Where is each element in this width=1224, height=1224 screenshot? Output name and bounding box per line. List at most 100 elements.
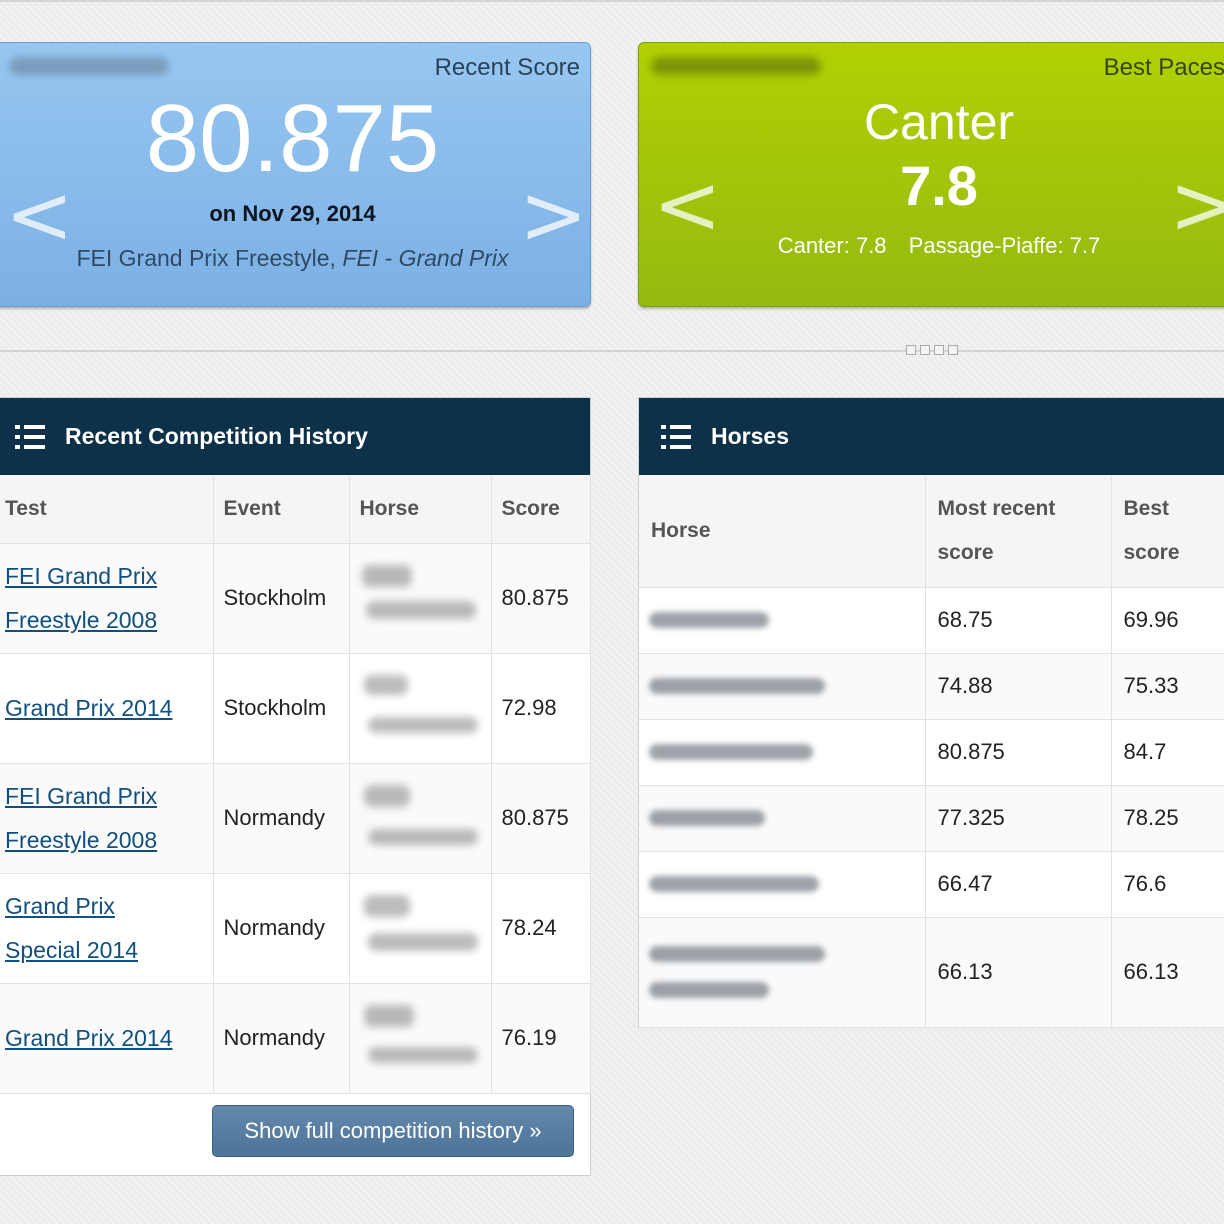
horse-name-redacted [649,809,765,826]
test-link[interactable]: FEI Grand Prix Freestyle 2008 [5,783,157,853]
event-cell: Normandy [213,983,350,1094]
table-row: 77.325 78.25 [639,785,1224,852]
table-header-row: Horse Most recent score Best score [639,475,1224,588]
best-paces-card: Best Paces < > Canter 7.8 Canter: 7.8 Pa… [638,42,1224,307]
test-link[interactable]: FEI Grand Prix Freestyle 2008 [5,563,157,633]
score-cell: 72.98 [491,653,591,764]
recent-score-test-level: FEI - Grand Prix [342,245,509,271]
horse-name-cell[interactable] [639,917,926,1028]
horses-panel: Horses Horse Most recent score Best score … [638,397,1224,1028]
column-header-horse[interactable]: Horse [349,475,492,544]
column-header-most-recent-score[interactable]: Most recent score [925,475,1112,588]
pager-dot[interactable] [948,345,958,355]
horse-thumbnail-redacted [356,771,482,865]
column-header-test[interactable]: Test [0,475,214,544]
list-icon [15,424,45,450]
pace-detail-passage-piaffe: Passage-Piaffe: 7.7 [908,233,1101,258]
show-full-history-button[interactable]: Show full competition history » [212,1105,574,1157]
horses-title: Horses [711,423,789,449]
button-area: Show full competition history » [0,1095,590,1175]
column-header-best-score[interactable]: Best score [1111,475,1224,588]
table-row: 68.75 69.96 [639,587,1224,654]
best-score-cell: 66.13 [1111,917,1224,1028]
list-icon [661,424,691,450]
test-link[interactable]: Grand Prix Special 2014 [5,893,138,963]
recent-score-cell: 66.47 [925,851,1112,918]
horses-table: Horse Most recent score Best score 68.75 6… [639,475,1224,1028]
test-link[interactable]: Grand Prix 2014 [5,1025,172,1051]
table-row: 74.88 75.33 [639,653,1224,720]
table-row: 66.13 66.13 [639,917,1224,1028]
horse-thumbnail-cell [349,873,492,984]
best-score-cell: 84.7 [1111,719,1224,786]
horse-name-cell[interactable] [639,719,926,786]
horse-thumbnail-cell [349,653,492,764]
carousel-pager[interactable] [906,345,958,355]
horse-thumbnail-cell [349,763,492,874]
pager-dot[interactable] [934,345,944,355]
rider-name-redacted [9,57,169,75]
recent-score-cell: 66.13 [925,917,1112,1028]
recent-score-cell: 77.325 [925,785,1112,852]
recent-score-test: FEI Grand Prix Freestyle, FEI - Grand Pr… [0,245,590,272]
horse-name-redacted [651,57,821,75]
best-score-cell: 69.96 [1111,587,1224,654]
test-link[interactable]: Grand Prix 2014 [5,695,172,721]
best-paces-label: Best Paces [1103,54,1224,81]
recent-score-cell: 74.88 [925,653,1112,720]
competition-history-title: Recent Competition History [65,423,368,449]
recent-score-cell: 80.875 [925,719,1112,786]
horse-name-cell[interactable] [639,851,926,918]
horse-name-redacted [649,677,825,694]
horses-header: Horses [639,398,1224,475]
best-score-cell: 76.6 [1111,851,1224,918]
horse-thumbnail-redacted [356,661,482,755]
table-row: 80.875 84.7 [639,719,1224,786]
pager-dot[interactable] [906,345,916,355]
table-header-row: Test Event Horse Score [0,475,591,544]
best-score-cell: 75.33 [1111,653,1224,720]
recent-score-test-name: FEI Grand Prix Freestyle, [76,245,336,271]
recent-score-cell: 68.75 [925,587,1112,654]
competition-history-header: Recent Competition History [0,398,590,475]
best-pace-details: Canter: 7.8 Passage-Piaffe: 7.7 [639,233,1224,259]
horse-name-redacted [649,611,769,628]
column-header-score[interactable]: Score [491,475,591,544]
column-header-horse[interactable]: Horse [639,475,926,588]
horse-name-cell[interactable] [639,653,926,720]
horse-name-redacted [649,945,825,962]
horse-name-cell[interactable] [639,785,926,852]
pager-dot[interactable] [920,345,930,355]
recent-score-card: Recent Score < > 80.875 on Nov 29, 2014 … [0,42,591,307]
horse-thumbnail-cell [349,543,492,654]
best-score-cell: 78.25 [1111,785,1224,852]
top-border [0,0,1224,2]
horse-name-redacted [649,743,813,760]
score-cell: 76.19 [491,983,591,1094]
horse-name-redacted [649,981,769,998]
horse-thumbnail-cell [349,983,492,1094]
event-cell: Normandy [213,763,350,874]
horse-thumbnail-redacted [356,991,482,1085]
score-cell: 80.875 [491,543,591,654]
table-row: 66.47 76.6 [639,851,1224,918]
section-divider [0,350,1224,352]
score-cell: 78.24 [491,873,591,984]
horse-name-cell[interactable] [639,587,926,654]
event-cell: Stockholm [213,543,350,654]
competition-history-table: Test Event Horse Score FEI Grand Prix Fre… [0,475,591,1094]
table-row: Grand Prix 2014 Stockholm 72.98 [0,653,591,764]
competition-history-panel: Recent Competition History Test Event Ho… [0,397,591,1176]
recent-score-label: Recent Score [434,54,580,81]
column-header-event[interactable]: Event [213,475,350,544]
score-cell: 80.875 [491,763,591,874]
best-pace-value: 7.8 [900,154,978,217]
table-row: FEI Grand Prix Freestyle 2008 Normandy 80… [0,763,591,874]
pace-detail-canter: Canter: 7.8 [777,233,887,258]
horse-thumbnail-redacted [356,881,482,975]
table-row: Grand Prix Special 2014 Normandy 78.24 [0,873,591,984]
table-row: FEI Grand Prix Freestyle 2008 Stockholm 8… [0,543,591,654]
recent-score-date: on Nov 29, 2014 [209,201,376,226]
horse-thumbnail-redacted [356,551,482,645]
event-cell: Normandy [213,873,350,984]
